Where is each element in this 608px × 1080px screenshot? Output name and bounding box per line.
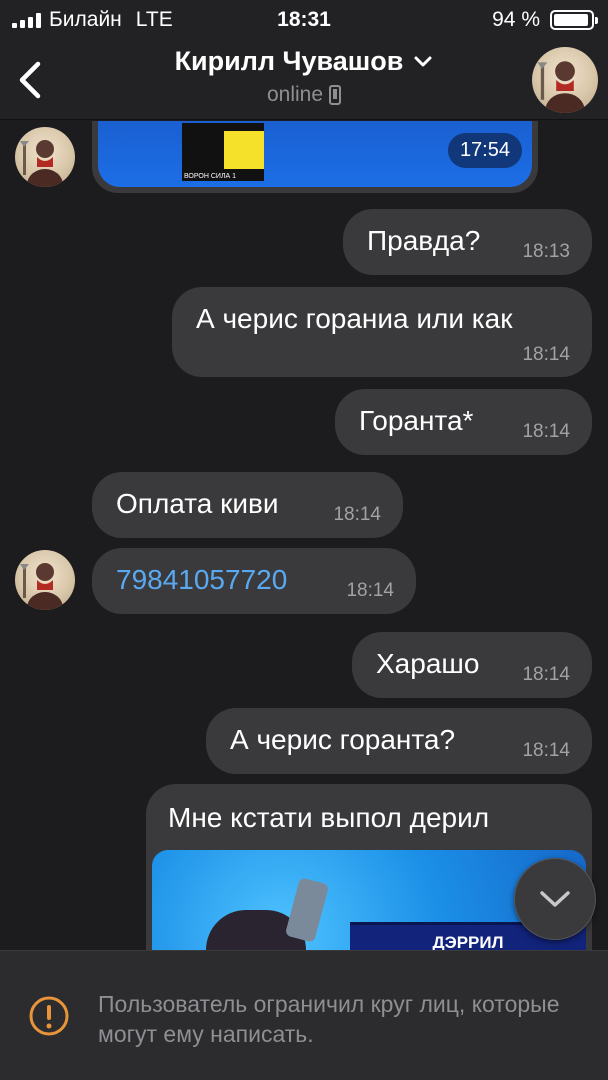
message-time: 18:14: [522, 740, 570, 761]
chevron-down-icon: [414, 56, 432, 66]
title-block[interactable]: Кирилл Чувашов online: [0, 46, 608, 107]
scroll-to-bottom-button[interactable]: [514, 858, 596, 940]
restriction-notice: Пользователь ограничил круг лиц, которые…: [98, 991, 560, 1047]
sender-avatar[interactable]: [15, 550, 75, 610]
message-bubble-out[interactable]: Харашо 18:14: [352, 632, 592, 698]
message-time: 18:14: [346, 580, 394, 601]
battery-percent: 94 %: [492, 8, 540, 31]
message-bubble-out[interactable]: А черис горанта? 18:14: [206, 708, 592, 774]
battery-icon: [550, 10, 598, 30]
media-message-video[interactable]: ВОРОН СИЛА 1 17:54: [92, 121, 538, 193]
chevron-down-icon: [540, 891, 570, 907]
message-text: Оплата киви: [116, 488, 279, 519]
sender-avatar[interactable]: [15, 127, 75, 187]
contact-avatar[interactable]: [532, 47, 598, 113]
video-duration: 17:54: [447, 133, 522, 168]
phone-number-link[interactable]: 79841057720: [116, 564, 287, 596]
status-right: 94 %: [492, 8, 598, 32]
mobile-icon: [329, 85, 342, 105]
character-weapon: [284, 877, 330, 943]
media-caption: Мне кстати выпол дерил: [168, 802, 490, 833]
message-text: Горанта*: [359, 405, 474, 436]
status-bar: Билайн LTE 18:31 94 %: [0, 0, 608, 40]
message-bubble-in[interactable]: 79841057720 18:14: [92, 548, 416, 614]
card-label-name: ВОРОН: [184, 173, 209, 180]
message-bubble-out[interactable]: Правда? 18:13: [343, 209, 592, 275]
online-label: online: [266, 83, 324, 106]
message-time: 18:14: [522, 344, 570, 365]
message-bubble-in[interactable]: Оплата киви 18:14: [92, 472, 403, 538]
message-text: Харашо: [376, 648, 480, 679]
warning-icon: [29, 996, 69, 1036]
message-bubble-out[interactable]: Горанта* 18:14: [335, 389, 592, 455]
message-text: А черис гораниа или как: [196, 303, 513, 334]
chat-header: Кирилл Чувашов online: [0, 40, 608, 120]
contact-name-row[interactable]: Кирилл Чувашов: [175, 46, 434, 77]
message-text: А черис горанта?: [230, 724, 456, 755]
message-time: 18:13: [522, 241, 570, 262]
online-status: online: [266, 83, 342, 107]
message-bubble-out[interactable]: А черис гораниа или как 18:14: [172, 287, 592, 377]
card-label-power: СИЛА 1: [210, 173, 237, 180]
message-text: Правда?: [367, 225, 481, 256]
chat-area[interactable]: ВОРОН СИЛА 1 17:54 Правда? 18:13 А черис…: [0, 121, 608, 950]
brawler-card: ВОРОН СИЛА 1: [182, 123, 264, 181]
video-thumbnail[interactable]: ВОРОН СИЛА 1 17:54: [98, 121, 532, 187]
message-time: 18:14: [522, 664, 570, 685]
restriction-footer: Пользователь ограничил круг лиц, которые…: [0, 950, 608, 1080]
message-time: 18:14: [333, 504, 381, 525]
message-time: 18:14: [522, 421, 570, 442]
contact-name: Кирилл Чувашов: [174, 46, 404, 76]
